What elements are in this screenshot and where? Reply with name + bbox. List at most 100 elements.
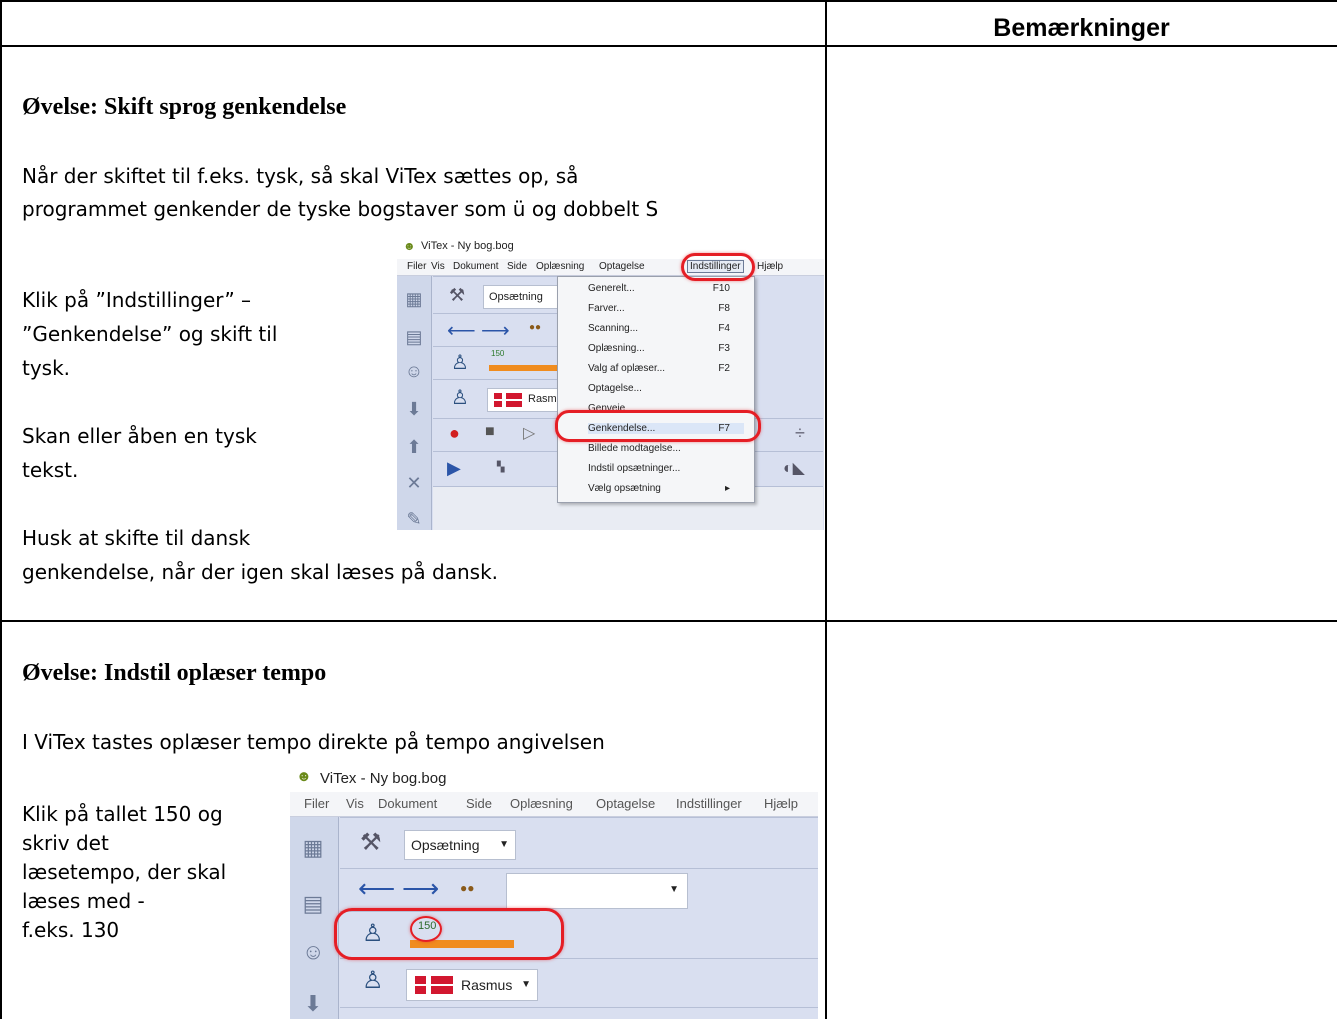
play-blue-icon[interactable]: ▶ xyxy=(447,458,461,479)
glasses-icon: ●● xyxy=(529,322,542,333)
menubar: Filer Vis Dokument Side Oplæsning Optage… xyxy=(397,259,824,276)
voice-dropdown[interactable]: Rasmus ▼ xyxy=(406,969,538,1001)
menu-item-optagelse[interactable]: Optagelse... xyxy=(588,383,744,394)
arrow-left-icon[interactable]: ⟵ xyxy=(447,318,476,343)
left-toolbar: ▦ ▤ ☺ ⬇ xyxy=(290,817,339,1019)
exercise2-step-line3: læsetempo, der skal xyxy=(22,860,227,884)
exercise1-step3-line2: genkendelse, når der igen skal læses på … xyxy=(22,560,499,584)
arrow-down-icon[interactable]: ⬇ xyxy=(403,398,425,420)
person-icon[interactable]: ☺ xyxy=(302,941,324,963)
exercise2-step-line1: Klik på tallet 150 og xyxy=(22,802,223,826)
voice-select-dropdown[interactable]: ▼ xyxy=(506,873,688,909)
highlight-ring-rate-value xyxy=(410,916,442,942)
toolbar-row-bottom xyxy=(340,1007,818,1019)
menu-vis[interactable]: Vis xyxy=(431,261,445,272)
dropdown-arrow-icon[interactable]: ▼ xyxy=(669,884,679,895)
menu-item-oplaesning[interactable]: Oplæsning... F3 xyxy=(588,343,744,354)
arrow-up-icon[interactable]: ⬆ xyxy=(403,436,425,458)
highlight-ring-genkendelse xyxy=(555,410,761,442)
page-icon[interactable]: ▤ xyxy=(302,893,324,915)
voice-name: Rasmus xyxy=(461,977,513,993)
setup-dropdown-label: Opsætning xyxy=(489,291,543,303)
exercise2-step-line4: læses med - xyxy=(22,889,145,913)
person-icon: ♙ xyxy=(362,967,384,994)
menu-hjaelp[interactable]: Hjælp xyxy=(764,796,798,811)
window-title: ViTex - Ny bog.bog xyxy=(320,770,447,787)
left-toolbar: ▦ ▤ ☺ ⬇ ⬆ ✕ ✎ xyxy=(397,276,432,530)
vitex-logo-icon: ☻ xyxy=(403,239,416,253)
grid-icon[interactable]: ▦ xyxy=(403,288,425,310)
dropdown-arrow-icon[interactable]: ▼ xyxy=(521,979,531,990)
wrench-icon[interactable]: ⚒ xyxy=(449,285,465,306)
window-titlebar: ☻ ViTex - Ny bog.bog xyxy=(290,762,818,792)
menu-filer[interactable]: Filer xyxy=(407,261,426,272)
table-border-top xyxy=(0,0,1337,2)
table-border-left xyxy=(0,0,2,1019)
menu-hjaelp[interactable]: Hjælp xyxy=(757,261,783,272)
record-icon[interactable]: ● xyxy=(449,423,460,444)
vitex-logo-icon: ☻ xyxy=(296,768,312,785)
exercise1-step1-line1: Klik på ”Indstillinger” – xyxy=(22,288,252,312)
menu-optagelse[interactable]: Optagelse xyxy=(599,261,651,272)
glasses-icon: ●● xyxy=(460,881,475,895)
exercise1-step2-line2: tekst. xyxy=(22,458,79,482)
menu-oplaesning[interactable]: Oplæsning xyxy=(510,796,573,811)
arrow-right-icon[interactable]: ⟶ xyxy=(481,318,510,343)
danish-flag-icon xyxy=(415,976,453,994)
exercise1-step1-line3: tysk. xyxy=(22,356,71,380)
exercise1-intro-line1: Når der skiftet til f.eks. tysk, så skal… xyxy=(22,164,579,188)
wrench-icon[interactable]: ⚒ xyxy=(360,828,382,857)
header-row-border xyxy=(0,45,1337,47)
close-icon[interactable]: ✕ xyxy=(403,472,425,494)
divide-icon[interactable]: ÷ xyxy=(795,423,805,444)
menu-item-indstil-opsaetninger[interactable]: Indstil opsætninger... xyxy=(588,463,744,474)
menu-item-vaelg-opsaetning[interactable]: Vælg opsætning ▸ xyxy=(588,483,744,494)
play-icon[interactable]: ▷ xyxy=(523,423,535,443)
exercise1-title: Øvelse: Skift sprog genkendelse xyxy=(22,94,347,120)
person-icon[interactable]: ☺ xyxy=(403,360,425,382)
danish-flag-icon xyxy=(494,393,522,407)
pen-icon[interactable]: ✎ xyxy=(403,508,425,530)
exercise2-title: Øvelse: Indstil oplæser tempo xyxy=(22,660,327,686)
vitex-screenshot-settings-menu: ☻ ViTex - Ny bog.bog Filer Vis Dokument … xyxy=(397,233,824,530)
menu-indstillinger[interactable]: Indstillinger xyxy=(676,796,742,811)
highlight-ring-indstillinger xyxy=(681,253,755,281)
exercise1-step1-line2: ”Genkendelse” og skift til xyxy=(22,322,278,346)
menu-item-farver[interactable]: Farver... F8 xyxy=(588,303,744,314)
window-title: ViTex - Ny bog.bog xyxy=(421,240,514,252)
setup-dropdown[interactable]: Opsætning xyxy=(483,285,560,309)
settings-menu: Generelt... F10 Farver... F8 Scanning... F4… xyxy=(557,276,755,503)
setup-dropdown-label: Opsætning xyxy=(411,837,480,853)
rate-value[interactable]: 150 xyxy=(491,349,504,358)
cursor-icon[interactable]: ▝▖ xyxy=(493,462,508,473)
menu-item-generelt[interactable]: Generelt... F10 xyxy=(588,283,744,294)
menu-optagelse[interactable]: Optagelse xyxy=(596,796,655,811)
toolbar-row-voice: ♙ Rasmus ▼ xyxy=(340,958,818,1007)
menubar: Filer Vis Dokument Side Oplæsning Optage… xyxy=(290,792,818,817)
exercise1-step3-line1: Husk at skifte til dansk xyxy=(22,526,251,550)
arrow-down-icon[interactable]: ⬇ xyxy=(302,993,324,1015)
menu-filer[interactable]: Filer xyxy=(304,796,329,811)
grid-icon[interactable]: ▦ xyxy=(302,837,324,859)
menu-item-scanning[interactable]: Scanning... F4 xyxy=(588,323,744,334)
menu-dokument[interactable]: Dokument xyxy=(453,261,499,272)
menu-dokument[interactable]: Dokument xyxy=(378,796,437,811)
column-divider xyxy=(825,0,827,1019)
arrow-left-icon[interactable]: ⟵ xyxy=(358,873,395,904)
menu-side[interactable]: Side xyxy=(507,261,527,272)
toolbar-row-navigation: ⟵ ⟶ ●● ▼ xyxy=(340,868,818,911)
page-icon[interactable]: ▤ xyxy=(403,326,425,348)
setup-dropdown[interactable]: Opsætning ▼ xyxy=(404,830,516,860)
window-titlebar: ☻ ViTex - Ny bog.bog xyxy=(397,233,824,259)
menu-vis[interactable]: Vis xyxy=(346,796,364,811)
exercise1-intro-line2: programmet genkender de tyske bogstaver … xyxy=(22,197,659,221)
menu-side[interactable]: Side xyxy=(466,796,492,811)
menu-item-billede-modtagelse[interactable]: Billede modtagelse... xyxy=(588,443,744,454)
menu-item-valg-af-oplaeser[interactable]: Valg af oplæser... F2 xyxy=(588,363,744,374)
dropdown-arrow-icon[interactable]: ▼ xyxy=(499,831,509,859)
menu-oplaesning[interactable]: Oplæsning xyxy=(536,261,584,272)
shapes-icon[interactable]: ◐◣ xyxy=(783,458,805,478)
arrow-right-icon[interactable]: ⟶ xyxy=(402,873,439,904)
exercise2-step-line2: skriv det xyxy=(22,831,109,855)
stop-icon[interactable]: ■ xyxy=(485,423,495,441)
